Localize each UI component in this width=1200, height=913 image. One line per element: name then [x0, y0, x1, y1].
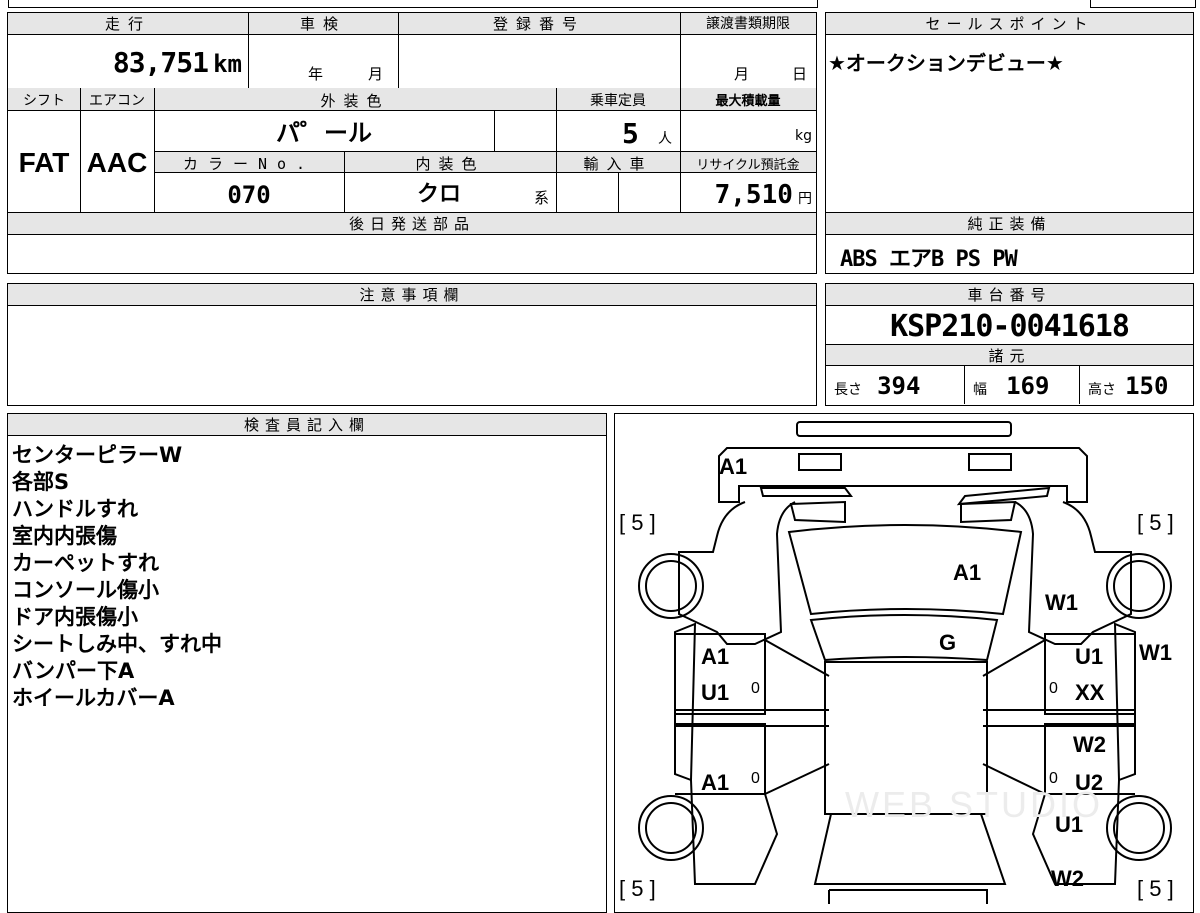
interior-color-label: 内装色 [415, 155, 485, 173]
top-remnant-strip [8, 0, 818, 8]
spec-height-value: 150 [1125, 372, 1169, 400]
chassis-number: KSP210-0041618 [890, 309, 1130, 344]
damage-rear-left-door: A1 [701, 770, 730, 795]
damage-front-right-door-2: XX [1075, 680, 1105, 705]
damage-rear-right-door-1: W2 [1073, 732, 1106, 757]
inspector-line: ドア内張傷小 [12, 605, 138, 629]
inspector-line: 室内内張傷 [12, 524, 117, 548]
registration-label: 登録番号 [492, 15, 585, 33]
damage-right-side-panel: W1 [1139, 640, 1172, 665]
mileage-value: 83,751 [112, 46, 209, 79]
zero-mark: 0 [751, 770, 760, 787]
deadline-month: 月 [734, 65, 750, 83]
recycle-label: リサイクル預託金 [696, 158, 800, 173]
shaken-year: 年 [308, 65, 324, 83]
capacity-unit: 人 [658, 131, 672, 147]
notes-box: 注意事項欄 [7, 283, 817, 406]
later-parts-header: 後日発送部品 [8, 213, 816, 235]
inspector-line: コンソール傷小 [12, 578, 159, 602]
tire-tread-rear-left: [ 5 ] [619, 876, 656, 901]
inspector-line: 各部S [12, 470, 70, 494]
max-load-label: 最大積載量 [715, 94, 781, 109]
shift-label: シフト [23, 93, 65, 109]
specs-header: 諸元 [826, 344, 1193, 366]
car-diagram-box: WEB STUDIO [ 5 ] [ 5 ] [ 5 ] [ 5 ] A1 A1… [614, 413, 1194, 913]
shaken-month: 月 [368, 65, 384, 83]
spec-width-value: 169 [1006, 372, 1050, 400]
spec-length: 長さ 394 [826, 366, 964, 404]
tire-tread-front-right: [ 5 ] [1137, 510, 1174, 535]
inspector-line: カーペットすれ [12, 551, 159, 575]
damage-rear-right-quarter: W2 [1051, 866, 1084, 891]
zero-mark: 0 [751, 680, 760, 697]
inspector-box: 検査員記入欄 センターピラーW 各部S ハンドルすれ 室内内張傷 カーペットすれ… [7, 413, 607, 913]
spec-width: 幅 169 [964, 366, 1079, 404]
zero-mark: 0 [1049, 680, 1058, 697]
inspector-line: バンパー下A [12, 659, 135, 683]
vehicle-info-table: 走行 車検 登録番号 譲渡書類期限 83,751 km 年 月 月 日 シフト … [7, 12, 817, 214]
recycle-value: 7,510 [714, 180, 793, 210]
spec-width-label: 幅 [973, 382, 987, 398]
damage-rear-right-door-2: U2 [1075, 770, 1104, 795]
later-parts-box: 後日発送部品 [7, 212, 817, 274]
aircon-value: AAC [86, 147, 148, 178]
max-load-unit: kg [795, 128, 812, 144]
inspector-header: 検査員記入欄 [8, 414, 606, 436]
damage-front-left-door-1: A1 [701, 644, 730, 669]
inspector-notes: センターピラーW 各部S ハンドルすれ 室内内張傷 カーペットすれ コンソール傷… [12, 442, 222, 712]
equipment-header: 純正装備 [826, 213, 1193, 235]
zero-mark: 0 [1049, 770, 1058, 787]
spec-height: 高さ 150 [1079, 366, 1193, 404]
inspector-line: センターピラーW [12, 443, 183, 467]
transfer-deadline-label: 譲渡書類期限 [706, 16, 790, 32]
inspector-line: シートしみ中、すれ中 [12, 632, 222, 656]
equipment-text: ABS エアB PS PW [840, 247, 1018, 272]
spec-height-label: 高さ [1088, 382, 1116, 398]
equipment-box: 純正装備 ABS エアB PS PW [825, 212, 1194, 274]
damage-front-bumper: A1 [719, 454, 748, 479]
chassis-header: 車台番号 [826, 284, 1193, 306]
interior-color-unit: 系 [534, 189, 550, 207]
capacity-value: 5 [622, 117, 639, 150]
damage-windshield: G [939, 630, 957, 655]
shift-value: FAT [18, 147, 70, 178]
exterior-color-label: 外装色 [320, 92, 390, 110]
spec-length-label: 長さ [834, 382, 862, 398]
damage-front-right-door-1: U1 [1075, 644, 1104, 669]
top-remnant-strip-right [1090, 0, 1196, 8]
capacity-value-cell: 5 人 [556, 113, 680, 151]
sales-point-header: セールスポイント [826, 13, 1193, 35]
aircon-label: エアコン [89, 93, 145, 109]
sales-point-text: ★オークションデビュー★ [828, 51, 1064, 75]
interior-color-value: クロ [416, 182, 461, 207]
inspector-line: ホイールカバーA [12, 686, 175, 710]
mileage-label: 走行 [104, 15, 151, 33]
recycle-value-cell: 7,510 円 [680, 173, 816, 213]
spec-length-value: 394 [877, 372, 921, 400]
deadline-day: 日 [792, 65, 808, 83]
mileage-value-cell: 83,751 km [8, 35, 248, 88]
damage-front-right-fender: W1 [1045, 590, 1078, 615]
exterior-color-value: パ゜ール [276, 119, 372, 147]
sales-point-box: セールスポイント ★オークションデビュー★ [825, 12, 1194, 214]
tire-tread-rear-right: [ 5 ] [1137, 876, 1174, 901]
damage-rear-right-fender: U1 [1055, 812, 1084, 837]
recycle-unit: 円 [798, 191, 812, 207]
import-label: 輸入車 [583, 155, 653, 173]
damage-front-left-door-2: U1 [701, 680, 730, 705]
mileage-unit: km [213, 50, 242, 78]
shaken-label: 車検 [299, 15, 346, 33]
capacity-label: 乗車定員 [590, 93, 646, 109]
damage-hood: A1 [953, 560, 982, 585]
tire-tread-front-left: [ 5 ] [619, 510, 656, 535]
inspector-line: ハンドルすれ [12, 497, 138, 521]
color-no-value: 070 [227, 181, 271, 209]
color-no-label: カラーNo. [182, 155, 316, 173]
chassis-box: 車台番号 KSP210-0041618 諸元 長さ 394 幅 169 高さ 1… [825, 283, 1194, 406]
notes-header: 注意事項欄 [8, 284, 816, 306]
